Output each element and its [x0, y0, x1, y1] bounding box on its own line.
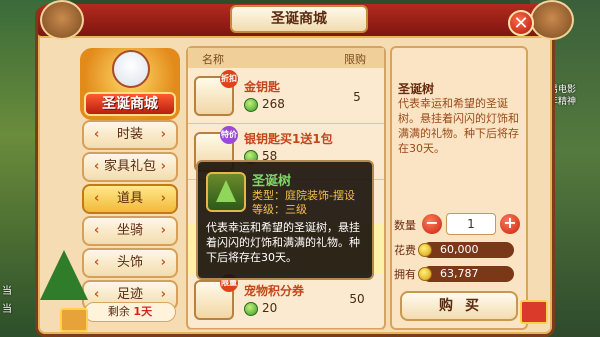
christmas-tree-decoration — [40, 250, 88, 300]
discount-tag: 折扣 — [220, 70, 238, 88]
gift-box-decoration — [520, 300, 548, 324]
owned-value: 63,787 — [422, 266, 514, 282]
currency-coin-icon — [244, 98, 258, 112]
item-limit: 5 — [353, 90, 361, 104]
shop-logo-text: 圣诞商城 — [84, 92, 176, 116]
gold-coin-icon — [418, 243, 432, 257]
side-label-left-2: 当 — [2, 304, 12, 315]
item-price: 20 — [262, 301, 278, 315]
reindeer-right-decoration — [530, 0, 574, 40]
currency-coin-icon — [244, 302, 258, 316]
quantity-label: 数量 — [394, 219, 416, 232]
menu-item-items[interactable]: 道具 — [82, 184, 178, 214]
menu-item-headwear[interactable]: 头饰 — [82, 248, 178, 278]
header-limit: 限购 — [344, 53, 366, 66]
window-title: 圣诞商城 — [230, 5, 368, 33]
tooltip-item-level: 等级：三级 — [252, 203, 307, 216]
buy-button[interactable]: 购买 — [400, 291, 518, 321]
close-button[interactable]: ✕ — [508, 10, 534, 36]
item-name: 金钥匙 — [244, 80, 281, 94]
item-name: 银钥匙买1送1包 — [244, 132, 333, 146]
menu-item-furniture-pack[interactable]: 家具礼包 — [82, 152, 178, 182]
menu-item-mount[interactable]: 坐骑 — [82, 216, 178, 246]
menu-item-fashion[interactable]: 时装 — [82, 120, 178, 150]
tooltip-description: 代表幸运和希望的圣诞树，悬挂着闪闪的灯饰和满满的礼物。种下后将存在30天。 — [206, 221, 360, 264]
snowman-icon — [112, 50, 150, 88]
gift-box-decoration — [60, 308, 88, 332]
item-name: 宠物积分券 — [244, 284, 305, 298]
item-limit: 50 — [349, 292, 365, 306]
remaining-value: 1天 — [133, 305, 153, 318]
christmas-tree-icon — [206, 172, 246, 212]
cost-label: 花费 — [394, 244, 416, 257]
detail-item-name: 圣诞树 — [398, 82, 435, 96]
remaining-label: 剩余 — [107, 305, 130, 318]
detail-description: 代表幸运和希望的圣诞树。悬挂着闪闪的灯饰和满满的礼物。种下后将存在30天。 — [398, 97, 519, 155]
quantity-plus-button[interactable]: + — [500, 214, 520, 234]
quantity-input[interactable]: 1 — [446, 213, 496, 235]
owned-label: 拥有 — [394, 268, 416, 281]
reindeer-left-decoration — [40, 0, 84, 40]
side-label-left-1: 当 — [2, 286, 12, 297]
remaining-time: 剩余 1天 — [84, 302, 176, 322]
special-price-tag: 特价 — [220, 126, 238, 144]
item-price: 268 — [262, 97, 285, 111]
list-header: 名称 限购 — [188, 48, 384, 68]
cost-value: 60,000 — [422, 242, 514, 258]
header-name: 名称 — [202, 53, 224, 66]
list-item[interactable]: 限量 宠物积分券 20 50 — [188, 274, 384, 330]
quantity-minus-button[interactable]: − — [422, 214, 442, 234]
list-item[interactable]: 折扣 金钥匙 268 5 — [188, 68, 384, 124]
gold-coin-icon — [418, 267, 432, 281]
